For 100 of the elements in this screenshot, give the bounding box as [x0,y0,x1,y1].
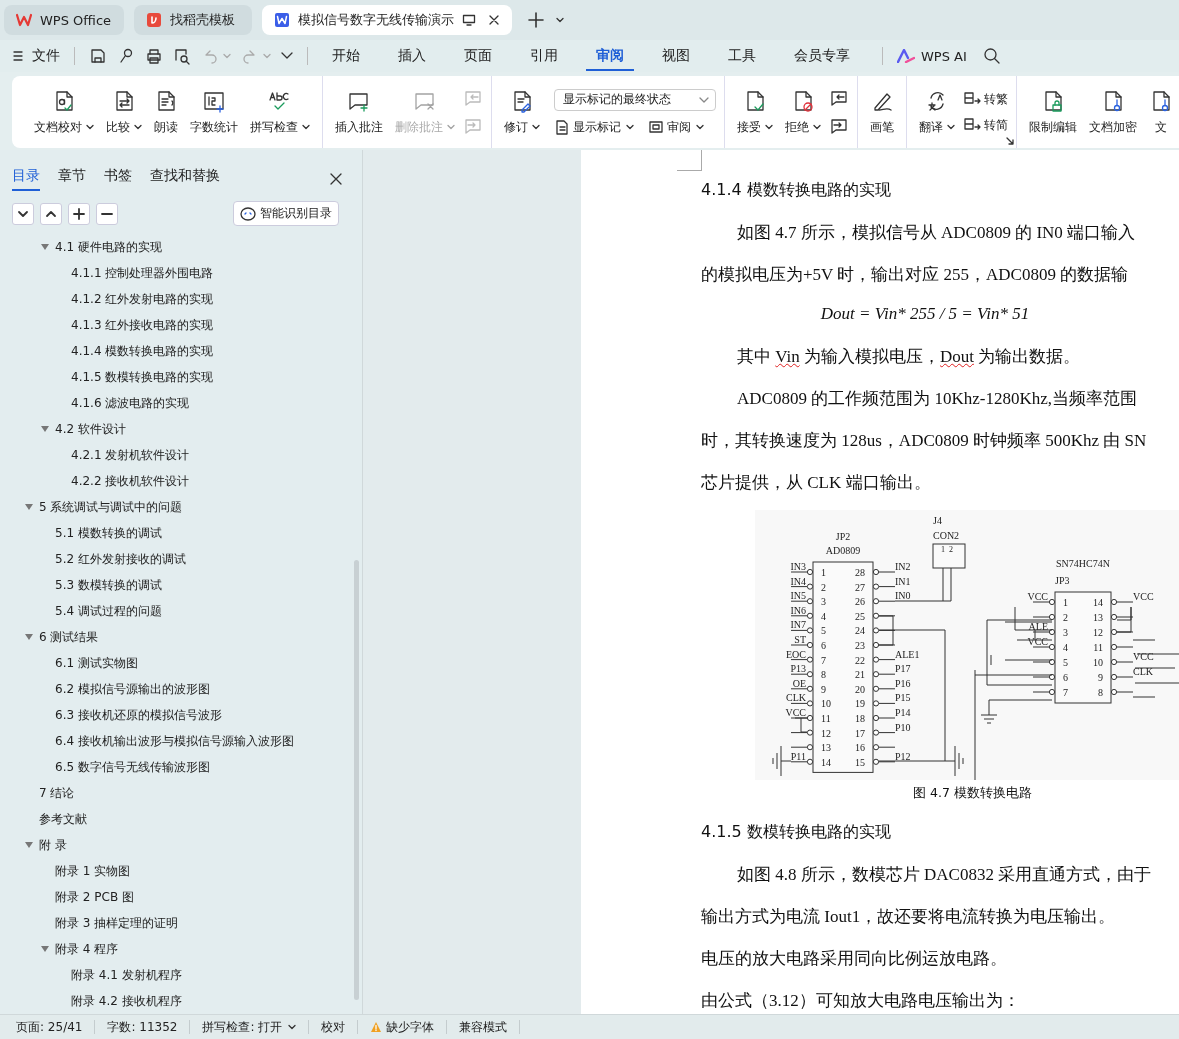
pin-drawing [790,685,814,692]
pin-drawing [872,714,896,722]
toc-item[interactable]: 5 系统调试与调试中的问题 [0,494,362,520]
pin-number: 13 [1093,612,1103,623]
toc-item[interactable]: 4.2 软件设计 [0,416,362,442]
panel-tab[interactable]: 章节 [58,166,86,191]
panel-tab[interactable]: 查找和替换 [150,166,220,191]
toc-item[interactable]: 6.1 测试实物图 [0,650,362,676]
toc-item[interactable]: 4.1.1 控制处理器外围电路 [0,260,362,286]
compare-button[interactable]: 比较 [102,86,146,138]
ribbon-tab[interactable]: 页面 [454,41,502,71]
toc-item[interactable]: 4.1.4 模数转换电路的实现 [0,338,362,364]
expand-button[interactable] [40,202,62,225]
smart-toc-button[interactable]: 智能识别目录 [233,201,339,226]
expand-icon [1006,137,1014,145]
document-tab[interactable]: 模拟信号数字无线传输演示 [262,5,512,35]
toc-item[interactable]: 6.4 接收机输出波形与模拟信号源输入波形图 [0,728,362,754]
toc-item[interactable]: 6.5 数字信号无线传输波形图 [0,754,362,780]
toc-item[interactable]: 6.2 模拟信号源输出的波形图 [0,676,362,702]
pin-number: 9 [1098,672,1103,683]
panel-tab[interactable]: 目录 [12,166,40,191]
toc-item[interactable]: 附录 2 PCB 图 [0,884,362,910]
toc-item[interactable]: 4.1.5 数模转换电路的实现 [0,364,362,390]
document-tab[interactable]: WPS Office [4,5,124,35]
pin-number: 5 [821,625,826,637]
ribbon-tab[interactable]: 审阅 [586,41,634,71]
demote-button[interactable] [96,202,118,225]
scrollbar[interactable] [354,560,359,1000]
restrict-editing-button[interactable]: 限制编辑 [1025,86,1081,138]
spell-check-button[interactable]: 拼写检查 [246,86,314,138]
previous-button[interactable] [829,88,849,108]
status-item[interactable]: 缺少字体 [370,1018,435,1036]
document-tab[interactable]: 找稻壳模板 [134,5,252,35]
toc-item[interactable]: 7 结论 [0,780,362,806]
ribbon-button[interactable]: 文 [1145,86,1177,138]
review-pane-button[interactable]: 审阅 [648,118,704,136]
ai-logo-icon [897,49,915,63]
ribbon-tab[interactable]: 引用 [520,41,568,71]
toc-item[interactable]: 附录 1 实物图 [0,858,362,884]
toc-item[interactable]: 附录 4.1 发射机程序 [0,962,362,988]
read-aloud-button[interactable]: 朗读 [150,86,182,138]
promote-button[interactable] [68,202,90,225]
toc-item[interactable]: 参考文献 [0,806,362,832]
toc-item[interactable]: 4.2.1 发射机软件设计 [0,442,362,468]
ribbon-tab[interactable]: 开始 [322,41,370,71]
word-count-button[interactable]: 字数统计 [186,86,242,138]
ribbon-tab[interactable]: 工具 [718,41,766,71]
toc-item[interactable]: 6.3 接收机还原的模拟信号波形 [0,702,362,728]
reject-button[interactable]: 拒绝 [781,86,825,138]
proofread-button[interactable]: 文档校对 [30,86,98,138]
toc-item[interactable]: 5.3 数模转换的调试 [0,572,362,598]
toc-item[interactable]: 6 测试结果 [0,624,362,650]
toc-item[interactable]: 5.1 模数转换的调试 [0,520,362,546]
status-item[interactable]: 校对 [321,1018,346,1036]
net-label: IN1 [895,575,911,587]
ribbon-tab[interactable]: 插入 [388,41,436,71]
to-traditional-button[interactable]: 转繁 [963,90,1008,108]
toc-item[interactable]: 5.4 调试过程的问题 [0,598,362,624]
toc-item[interactable]: 4.1 硬件电路的实现 [0,234,362,260]
toc-item[interactable]: 附录 4.2 接收机程序 [0,988,362,1014]
connector-ref-label: J4 [933,515,942,526]
panel-tab[interactable]: 书签 [104,166,132,191]
toc-item[interactable]: 4.1.3 红外接收电路的实现 [0,312,362,338]
print-button[interactable] [145,47,163,65]
toc-item[interactable]: 4.2.2 接收机软件设计 [0,468,362,494]
next-button[interactable] [829,116,849,136]
ai-button[interactable]: WPS AI [897,48,967,64]
pen-button[interactable]: 画笔 [866,86,898,138]
connector-outline [932,543,966,569]
to-simplified-button[interactable]: 转简 [963,116,1008,134]
ribbon-tab[interactable]: 会员专享 [784,41,860,71]
net-label: ST [794,634,806,645]
track-changes-button[interactable]: 修订 [500,86,544,138]
ribbon-tab[interactable]: 视图 [652,41,700,71]
toc-item[interactable]: 4.1.6 滤波电路的实现 [0,390,362,416]
close-button[interactable] [330,172,342,185]
encrypt-button[interactable]: 文档加密 [1085,86,1141,138]
collapse-button[interactable] [12,202,34,225]
pin-drawing [790,729,814,736]
net-label: VCC [1133,651,1154,662]
text-line: 如图 4.8 所示，数模芯片 DAC0832 采用直通方式，由于 [736,864,1153,886]
toc-item[interactable]: 4.1.2 红外发射电路的实现 [0,286,362,312]
save-button[interactable] [89,47,107,65]
toc-item[interactable]: 5.2 红外发射接收的调试 [0,546,362,572]
net-label: P15 [895,692,911,704]
pin-drawing [1032,613,1056,621]
file-menu-button[interactable]: 文件 [12,47,60,65]
pin-number: 14 [1093,597,1103,608]
pin-number: 11 [821,713,831,724]
show-markup-button[interactable]: 显示标记 [554,118,634,136]
toc-item[interactable]: 附 录 [0,832,362,858]
print-preview-button[interactable] [173,47,191,65]
toc-item[interactable]: 附录 4 程序 [0,936,362,962]
status-item[interactable]: 拼写检查: 打开 [202,1018,297,1036]
insert-comment-button[interactable]: 插入批注 [331,86,387,138]
pin-number: 18 [855,713,865,724]
translate-button[interactable]: 翻译 [915,86,959,138]
toc-item[interactable]: 附录 3 抽样定理的证明 [0,910,362,936]
markup-dropdown[interactable]: 显示标记的最终状态 [554,88,716,111]
accept-button[interactable]: 接受 [733,86,777,138]
